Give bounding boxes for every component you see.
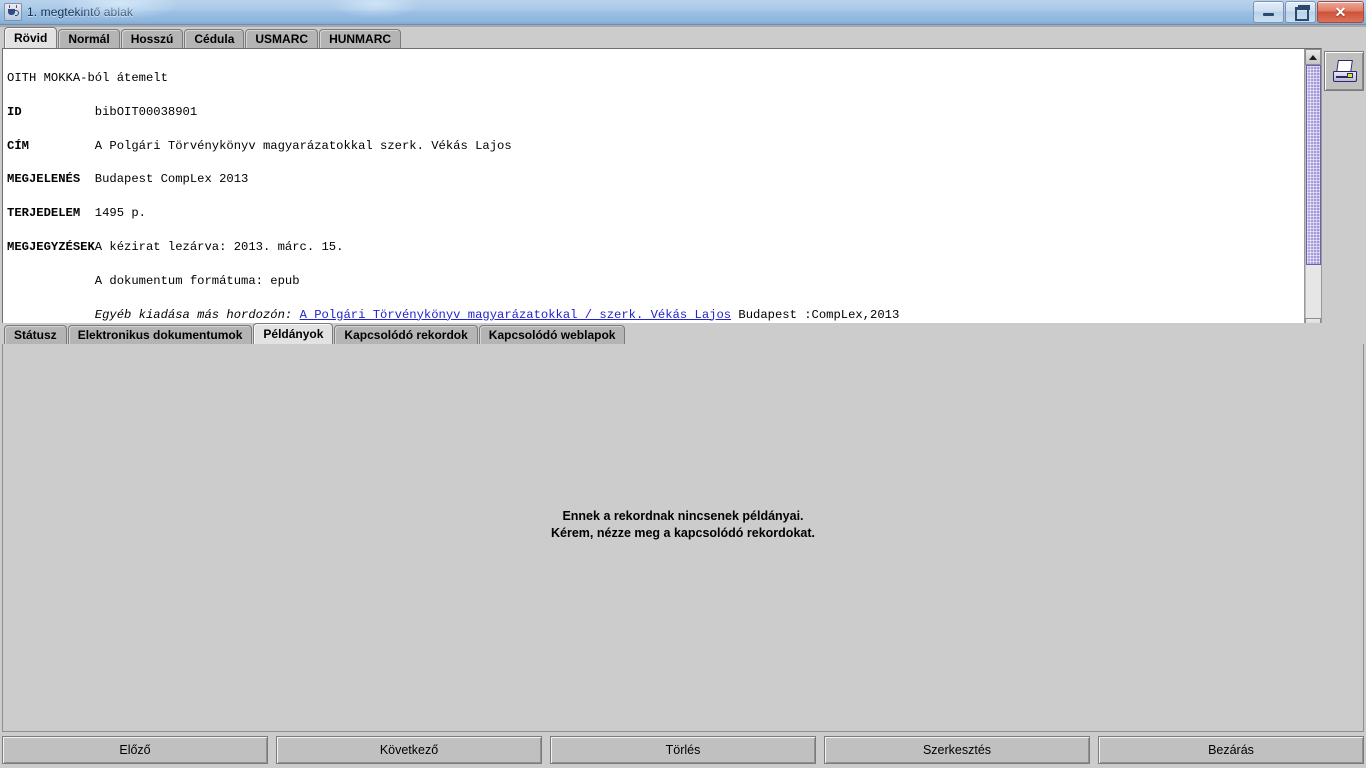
minimize-button[interactable] [1253,1,1284,23]
tab-label: Hosszú [130,32,174,46]
tab-normal[interactable]: Normál [58,29,120,48]
print-button[interactable] [1324,51,1364,91]
field-label: MEGJELENÉS [7,172,81,187]
field-value: Budapest CompLex 2013 [94,172,249,187]
empty-state-line2: Kérem, nézze meg a kapcsolódó rekordokat… [551,525,815,540]
tab-label: Státusz [14,328,57,342]
tab-cedula[interactable]: Cédula [184,29,245,48]
record-text: OITH MOKKA-ból átemelt ID bibOIT00038901… [3,49,1304,334]
record-field-megjegyzesek: MEGJEGYZÉSEKA kézirat lezárva: 2013. már… [7,239,1304,256]
record-field-terjedelem: TERJEDELEM 1495 p. [7,205,1304,222]
tab-usmarc[interactable]: USMARC [245,29,319,48]
close-button[interactable]: ✕ [1317,1,1364,23]
record-field-cim: CÍM A Polgári Törvénykönyv magyarázatokk… [7,138,1304,155]
tab-label: Kapcsolódó weblapok [488,328,616,342]
tab-statusz[interactable]: Státusz [4,325,67,344]
print-column [1322,48,1366,335]
window-title: 1. megtekintő ablak [27,5,133,19]
close-record-button[interactable]: Bezárás [1098,736,1364,764]
field-value: 1495 p. [94,206,146,221]
tab-rovid[interactable]: Rövid [4,27,58,48]
tab-label: Elektronikus dokumentumok [77,328,243,342]
tab-label: HUNMARC [329,32,392,46]
record-vertical-scrollbar[interactable] [1304,49,1321,334]
field-label: TERJEDELEM [7,206,81,221]
other-edition-link[interactable]: A Polgári Törvénykönyv magyarázatokkal /… [300,308,732,322]
record-field-id: ID bibOIT00038901 [7,104,1304,121]
tab-hosszu[interactable]: Hosszú [120,29,184,48]
tab-label: Normál [68,32,110,46]
format-tabstrip: Rövid Normál Hosszú Cédula USMARC HUNMAR… [0,27,1366,48]
printer-icon [1332,60,1357,82]
field-value: bibOIT00038901 [94,104,198,119]
tab-label: Példányok [263,327,324,341]
other-edition-label: Egyéb kiadása más hordozón: [94,307,300,322]
scroll-thumb[interactable] [1306,65,1321,265]
field-label: CÍM [7,138,29,153]
tab-label: Cédula [194,32,235,46]
tab-kapcsolodo-rekordok[interactable]: Kapcsolódó rekordok [334,325,478,344]
detail-tabstrip: Státusz Elektronikus dokumentumok Példán… [0,323,1366,344]
detail-panel: Státusz Elektronikus dokumentumok Példán… [0,323,1366,732]
next-button[interactable]: Következő [276,736,542,764]
tab-label: Rövid [14,31,48,45]
field-value: A Polgári Törvénykönyv magyarázatokkal s… [94,138,512,153]
action-button-bar: Előző Következő Törlés Szerkesztés Bezár… [0,732,1366,768]
tab-peldanyok[interactable]: Példányok [253,323,334,344]
restore-button[interactable] [1285,1,1316,23]
peldanyok-content: Ennek a rekordnak nincsenek példányai. K… [2,344,1364,732]
tab-kapcsolodo-weblapok[interactable]: Kapcsolódó weblapok [478,325,626,344]
window-controls: ✕ [1253,1,1364,23]
java-coffee-cup-icon [4,3,22,21]
other-edition-suffix: Budapest :CompLex,2013 [731,307,900,322]
scroll-up-button[interactable] [1305,49,1321,65]
chevron-up-icon [1309,54,1317,60]
tab-label: USMARC [255,32,309,46]
field-value: A kézirat lezárva: 2013. márc. 15. [94,239,344,254]
viewer-window: 1. megtekintő ablak ✕ Rövid Normál Hossz… [0,0,1366,768]
tab-elektronikus-dokumentumok[interactable]: Elektronikus dokumentumok [67,325,253,344]
empty-state-line1: Ennek a rekordnak nincsenek példányai. [562,508,804,523]
previous-button[interactable]: Előző [2,736,268,764]
scroll-track[interactable] [1305,65,1321,318]
tab-hunmarc[interactable]: HUNMARC [319,29,402,48]
note-text: A dokumentum formátuma: epub [94,273,300,288]
field-label: MEGJEGYZÉSEK [7,239,95,254]
empty-state-message: Ennek a rekordnak nincsenek példányai. K… [551,508,815,542]
record-source-note: OITH MOKKA-ból átemelt [7,70,168,85]
title-bar: 1. megtekintő ablak ✕ [0,0,1366,25]
delete-button[interactable]: Törlés [550,736,816,764]
edit-button[interactable]: Szerkesztés [824,736,1090,764]
record-scrollpane: OITH MOKKA-ból átemelt ID bibOIT00038901… [2,48,1322,335]
record-display-area: OITH MOKKA-ból átemelt ID bibOIT00038901… [0,48,1366,335]
close-icon: ✕ [1334,3,1347,20]
tab-label: Kapcsolódó rekordok [344,328,468,342]
record-field-megjelenes: MEGJELENÉS Budapest CompLex 2013 [7,171,1304,188]
field-label: ID [7,104,22,119]
record-other-edition: Egyéb kiadása más hordozón: A Polgári Tö… [7,307,1304,324]
record-note-line: A dokumentum formátuma: epub [7,273,1304,290]
client-area: Rövid Normál Hosszú Cédula USMARC HUNMAR… [0,25,1366,768]
